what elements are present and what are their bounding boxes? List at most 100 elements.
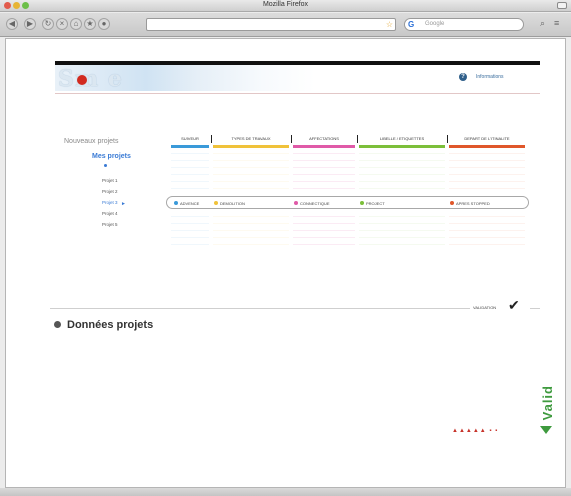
faint-row-line: [171, 153, 209, 154]
stop-icon[interactable]: ×: [56, 18, 68, 30]
back-icon[interactable]: ◀: [6, 18, 18, 30]
nav-mes-projets[interactable]: Mes projets: [92, 153, 131, 160]
faint-row-line: [449, 167, 525, 168]
faint-row-line: [449, 160, 525, 161]
search-bar[interactable]: G Google: [404, 18, 524, 31]
column-color-bar: [213, 145, 289, 148]
column-header-libelle[interactable]: LIBELLE / ETIQUETTES: [359, 136, 445, 141]
project-item[interactable]: Projet 5: [102, 222, 118, 227]
column-separator: [211, 135, 212, 143]
faint-row-line: [293, 244, 355, 245]
column-color-bar: [171, 145, 209, 148]
column-header-types[interactable]: TYPES DE TRAVAUX: [213, 136, 289, 141]
nav-nouveaux-projets[interactable]: Nouveaux projets: [64, 138, 118, 145]
row-cell: CONNECTIQUE: [300, 201, 330, 206]
window-title: Mozilla Firefox: [262, 1, 309, 8]
faint-row-line: [213, 174, 289, 175]
faint-row-line: [359, 188, 445, 189]
faint-row-line: [359, 244, 445, 245]
home-icon[interactable]: ⌂: [70, 18, 82, 30]
menu-icon[interactable]: ≡: [554, 18, 559, 28]
faint-row-line: [359, 223, 445, 224]
faint-row-line: [213, 167, 289, 168]
reload-icon[interactable]: ↻: [42, 18, 54, 30]
faint-row-line: [293, 188, 355, 189]
column-separator: [447, 135, 448, 143]
column-separator: [357, 135, 358, 143]
row-cell: ADVENCE: [180, 201, 200, 206]
address-bar[interactable]: ☆: [146, 18, 396, 31]
selected-arrow-icon: ►: [121, 201, 126, 207]
addon-icon[interactable]: ●: [98, 18, 110, 30]
browser-toolbar: ◀ ▶ ↻ × ⌂ ★ ● ☆ G Google ⌕ ≡: [0, 13, 571, 37]
status-dot-icon: [214, 201, 218, 205]
faint-row-line: [213, 237, 289, 238]
faint-row-line: [293, 237, 355, 238]
faint-row-line: [293, 216, 355, 217]
faint-row-line: [293, 160, 355, 161]
faint-row-line: [359, 237, 445, 238]
faint-row-line: [171, 181, 209, 182]
status-dot-icon: [450, 201, 454, 205]
project-item[interactable]: Projet 4: [102, 211, 118, 216]
site-logo[interactable]: Sm e: [58, 66, 123, 92]
faint-row-line: [293, 223, 355, 224]
faint-row-line: [449, 237, 525, 238]
star-icon[interactable]: ☆: [386, 20, 393, 29]
status-dot-icon: [360, 201, 364, 205]
faint-row-line: [171, 216, 209, 217]
faint-row-line: [171, 167, 209, 168]
page-viewport: Sm e ? Informations Nouveaux projets Mes…: [5, 38, 566, 488]
valid-side-label[interactable]: Valid: [540, 385, 555, 420]
project-item[interactable]: Projet 1: [102, 178, 118, 183]
column-separator: [291, 135, 292, 143]
search-icon[interactable]: ⌕: [540, 18, 545, 29]
faint-row-line: [171, 174, 209, 175]
selected-project-row[interactable]: ADVENCE DEMOLITION CONNECTIQUE PROJECT A…: [166, 196, 529, 209]
help-icon[interactable]: ?: [459, 73, 467, 81]
faint-row-line: [171, 237, 209, 238]
divider-line: [530, 308, 540, 309]
faint-row-line: [213, 160, 289, 161]
column-color-bar: [449, 145, 525, 148]
faint-row-line: [293, 174, 355, 175]
informations-link[interactable]: Informations: [476, 74, 504, 80]
validation-label: VALIDATION: [473, 305, 497, 310]
forward-icon[interactable]: ▶: [24, 18, 36, 30]
faint-row-line: [293, 230, 355, 231]
toolbar-toggle-button[interactable]: [557, 2, 567, 9]
faint-row-line: [359, 230, 445, 231]
section-title: Données projets: [67, 319, 154, 331]
faint-row-line: [359, 153, 445, 154]
faint-row-line: [293, 153, 355, 154]
faint-row-line: [213, 153, 289, 154]
faint-row-line: [449, 230, 525, 231]
browser-window: Mozilla Firefox ◀ ▶ ↻ × ⌂ ★ ● ☆ G Google…: [0, 0, 571, 496]
faint-row-line: [293, 167, 355, 168]
search-engine-icon[interactable]: G: [408, 20, 414, 29]
faint-row-line: [359, 160, 445, 161]
title-bar: Mozilla Firefox: [0, 0, 571, 12]
header-divider: [55, 93, 540, 94]
faint-row-line: [213, 216, 289, 217]
project-item-selected[interactable]: Projet 3: [102, 200, 118, 205]
faint-row-line: [171, 160, 209, 161]
faint-row-line: [213, 223, 289, 224]
column-header-depart[interactable]: DEPART DE L'ITINALITE: [449, 136, 525, 141]
down-arrow-icon[interactable]: [540, 426, 552, 434]
faint-row-line: [171, 223, 209, 224]
faint-row-line: [449, 153, 525, 154]
status-dot-icon: [294, 201, 298, 205]
project-item[interactable]: Projet 2: [102, 189, 118, 194]
faint-row-line: [359, 167, 445, 168]
column-header-suiveur[interactable]: SUIVEUR: [171, 136, 209, 141]
faint-row-line: [213, 244, 289, 245]
faint-row-line: [449, 216, 525, 217]
bookmark-icon[interactable]: ★: [84, 18, 96, 30]
checkmark-icon[interactable]: ✔: [508, 298, 520, 312]
divider-line: [50, 308, 470, 309]
column-header-affectations[interactable]: AFFECTATIONS: [293, 136, 355, 141]
row-cell: DEMOLITION: [220, 201, 245, 206]
row-cell: APRES STOPPED: [456, 201, 490, 206]
faint-row-line: [359, 216, 445, 217]
